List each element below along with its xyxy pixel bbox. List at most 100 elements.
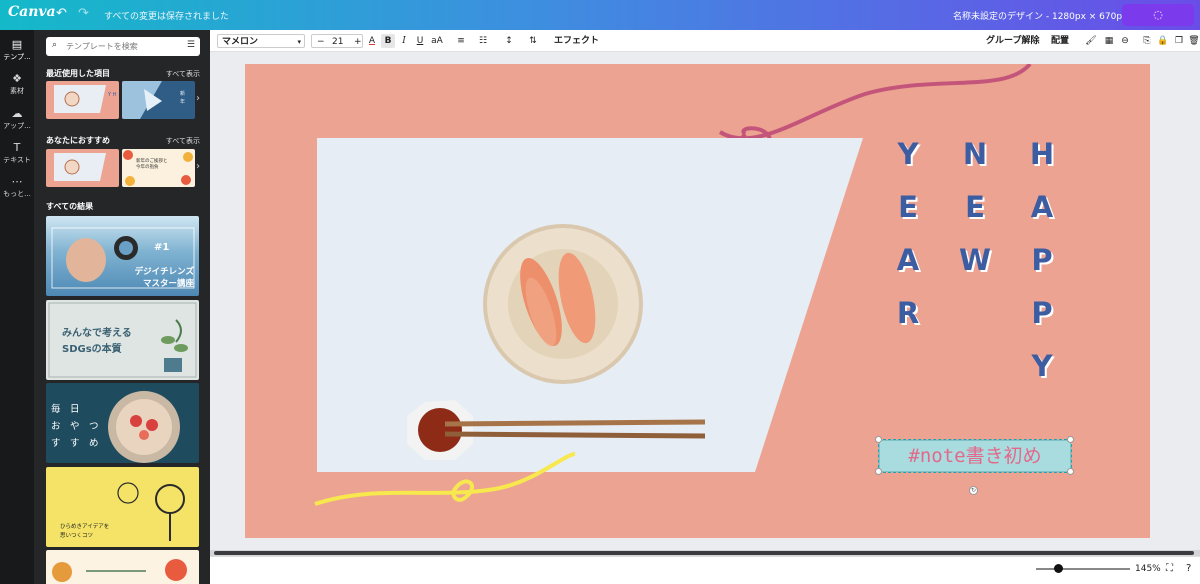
lock-icon[interactable]: 🔒 bbox=[1156, 34, 1170, 48]
recent-see-all-link[interactable]: すべて表示 bbox=[166, 69, 200, 79]
template-card-oyatsu[interactable]: 毎 日 お や つ す す め bbox=[46, 383, 199, 463]
design-letter[interactable]: E bbox=[888, 190, 928, 224]
thumb-text: 思いつくコツ bbox=[60, 533, 94, 539]
rail-item-label: 素材 bbox=[10, 87, 24, 95]
design-letter[interactable]: E bbox=[955, 190, 995, 224]
search-icon: ⌕ bbox=[52, 40, 58, 50]
recommend-see-all-link[interactable]: すべて表示 bbox=[166, 136, 200, 146]
paint-roller-icon[interactable]: 🖌 bbox=[1084, 34, 1098, 48]
recommend-template-thumb-2[interactable]: 新年のご挨拶と 今年の抱負 bbox=[122, 149, 195, 187]
recent-template-thumb-1[interactable]: Y H bbox=[46, 81, 119, 119]
rail-item-elements[interactable]: ❖ 素材 bbox=[0, 72, 34, 96]
ungroup-button[interactable]: グループ解除 bbox=[986, 34, 1039, 48]
template-card-camera[interactable]: #1 デジイチレンズ マスター講座 bbox=[46, 216, 199, 296]
save-status: すべての変更は保存されました bbox=[104, 12, 230, 22]
design-letter[interactable]: W bbox=[955, 243, 995, 277]
redo-icon[interactable]: ↷ bbox=[78, 6, 89, 21]
bold-button[interactable]: B bbox=[381, 34, 395, 48]
help-icon[interactable]: ? bbox=[1186, 563, 1191, 574]
trash-icon[interactable]: 🗑 bbox=[1187, 34, 1200, 48]
undo-icon[interactable]: ↶ bbox=[56, 6, 67, 21]
all-results-title: すべての結果 bbox=[46, 202, 94, 211]
rail-item-label: もっと... bbox=[3, 190, 31, 198]
align-left-icon[interactable]: ≡ bbox=[454, 34, 468, 48]
rotate-handle-icon[interactable]: ↻ bbox=[969, 486, 978, 495]
zoom-slider[interactable] bbox=[1036, 568, 1130, 570]
template-thumbnail bbox=[46, 149, 119, 187]
template-card-idea[interactable]: ひらめきアイデアを 思いつくコツ bbox=[46, 467, 199, 547]
thumb-text: #1 bbox=[154, 242, 170, 253]
zoom-level[interactable]: 145% bbox=[1135, 564, 1161, 574]
resize-handle[interactable] bbox=[1067, 436, 1074, 443]
resize-handle[interactable] bbox=[875, 436, 882, 443]
design-letter[interactable]: R bbox=[888, 296, 928, 330]
template-card-partial[interactable] bbox=[46, 550, 199, 584]
templates-icon: ▤ bbox=[11, 38, 23, 51]
template-thumbnail: Y H bbox=[46, 81, 119, 119]
fullscreen-icon[interactable]: ⛶ bbox=[1166, 563, 1173, 574]
design-letter[interactable]: Y bbox=[888, 137, 928, 171]
share-button[interactable]: ◌ bbox=[1122, 4, 1194, 26]
more-icon: ⋯ bbox=[11, 175, 23, 188]
rail-item-text[interactable]: T テキスト bbox=[0, 141, 34, 165]
thumb-text: SDGsの本質 bbox=[62, 344, 122, 355]
recommend-template-thumb-1[interactable] bbox=[46, 149, 119, 187]
underline-button[interactable]: U bbox=[413, 34, 427, 48]
list-icon[interactable]: ☷ bbox=[476, 34, 490, 48]
rail-item-more[interactable]: ⋯ もっと... bbox=[0, 175, 34, 199]
font-family-select[interactable]: マメロン ▾ bbox=[217, 34, 305, 48]
chevron-right-icon[interactable]: › bbox=[196, 93, 200, 104]
hashtag-text[interactable]: #note書き初め bbox=[879, 440, 1071, 472]
rail-item-label: アップ... bbox=[3, 122, 31, 130]
thumb-text: デジイチレンズ bbox=[134, 267, 194, 277]
font-size-stepper[interactable]: − 21 + bbox=[311, 34, 363, 48]
spinner-icon: ◌ bbox=[1153, 8, 1163, 21]
canva-logo[interactable]: Canva bbox=[8, 4, 56, 20]
arrange-button[interactable]: 配置 bbox=[1051, 34, 1069, 48]
rail-item-templates[interactable]: ▤ テンプ... bbox=[0, 38, 34, 62]
template-card-sdgs[interactable]: みんなで考える SDGsの本質 bbox=[46, 300, 199, 380]
top-bar: Canva ↶ ↷ すべての変更は保存されました 名称未設定のデザイン - 12… bbox=[0, 0, 1200, 30]
design-letter[interactable]: A bbox=[888, 243, 928, 277]
document-title[interactable]: 名称未設定のデザイン - 1280px × 670px bbox=[953, 9, 1127, 22]
resize-handle[interactable] bbox=[875, 468, 882, 475]
resize-handle[interactable] bbox=[1067, 468, 1074, 475]
italic-button[interactable]: I bbox=[397, 34, 411, 48]
svg-text:年: 年 bbox=[180, 98, 185, 105]
rail-item-uploads[interactable]: ☁ アップ... bbox=[0, 107, 34, 131]
text-color-button[interactable]: A bbox=[365, 34, 379, 48]
thumb-text: 今年の抱負 bbox=[136, 165, 159, 170]
design-letter[interactable]: Y bbox=[1022, 349, 1062, 383]
design-letter[interactable]: P bbox=[1022, 296, 1062, 330]
design-letter[interactable]: H bbox=[1022, 137, 1062, 171]
copy-style-icon[interactable]: ⎘ bbox=[1140, 34, 1154, 48]
design-letter[interactable]: N bbox=[955, 137, 995, 171]
thumb-text: マスター講座 bbox=[142, 279, 194, 289]
link-icon[interactable]: ⊖ bbox=[1118, 34, 1132, 48]
chevron-right-icon[interactable]: › bbox=[196, 161, 200, 172]
filter-icon[interactable]: ☰ bbox=[187, 40, 195, 50]
editor-toolbar: マメロン ▾ − 21 + A B I U aA ≡ ☷ ↕ ⇅ エフェクト グ… bbox=[210, 30, 1200, 52]
transparency-icon[interactable]: ▦ bbox=[1102, 34, 1116, 48]
font-size-value[interactable]: 21 bbox=[332, 35, 343, 49]
spacing-icon[interactable]: ↕ bbox=[502, 34, 516, 48]
decrease-size-button[interactable]: − bbox=[317, 35, 325, 49]
chevron-down-icon: ▾ bbox=[297, 38, 301, 46]
thumb-text: す す め bbox=[51, 438, 99, 449]
design-letter[interactable]: A bbox=[1022, 190, 1062, 224]
svg-text:Y H: Y H bbox=[107, 92, 117, 98]
design-canvas[interactable]: Y E A R N E W H A P P Y #note書き初め ↻ bbox=[245, 64, 1150, 538]
design-letter[interactable]: P bbox=[1022, 243, 1062, 277]
increase-size-button[interactable]: + bbox=[354, 35, 362, 49]
zoom-slider-knob[interactable] bbox=[1054, 564, 1063, 573]
letter-case-button[interactable]: aA bbox=[429, 34, 445, 48]
template-thumbnail: 新 年 bbox=[122, 81, 195, 119]
effects-button[interactable]: エフェクト bbox=[554, 34, 599, 48]
duplicate-icon[interactable]: ❐ bbox=[1172, 34, 1186, 48]
template-search-input[interactable]: ⌕ テンプレートを検索 ☰ bbox=[46, 37, 200, 56]
upload-icon: ☁ bbox=[11, 107, 23, 120]
thumb-text: お や つ bbox=[51, 421, 99, 432]
recent-template-thumb-2[interactable]: 新 年 bbox=[122, 81, 195, 119]
scrollbar-thumb[interactable] bbox=[214, 551, 1194, 555]
vertical-text-icon[interactable]: ⇅ bbox=[526, 34, 540, 48]
